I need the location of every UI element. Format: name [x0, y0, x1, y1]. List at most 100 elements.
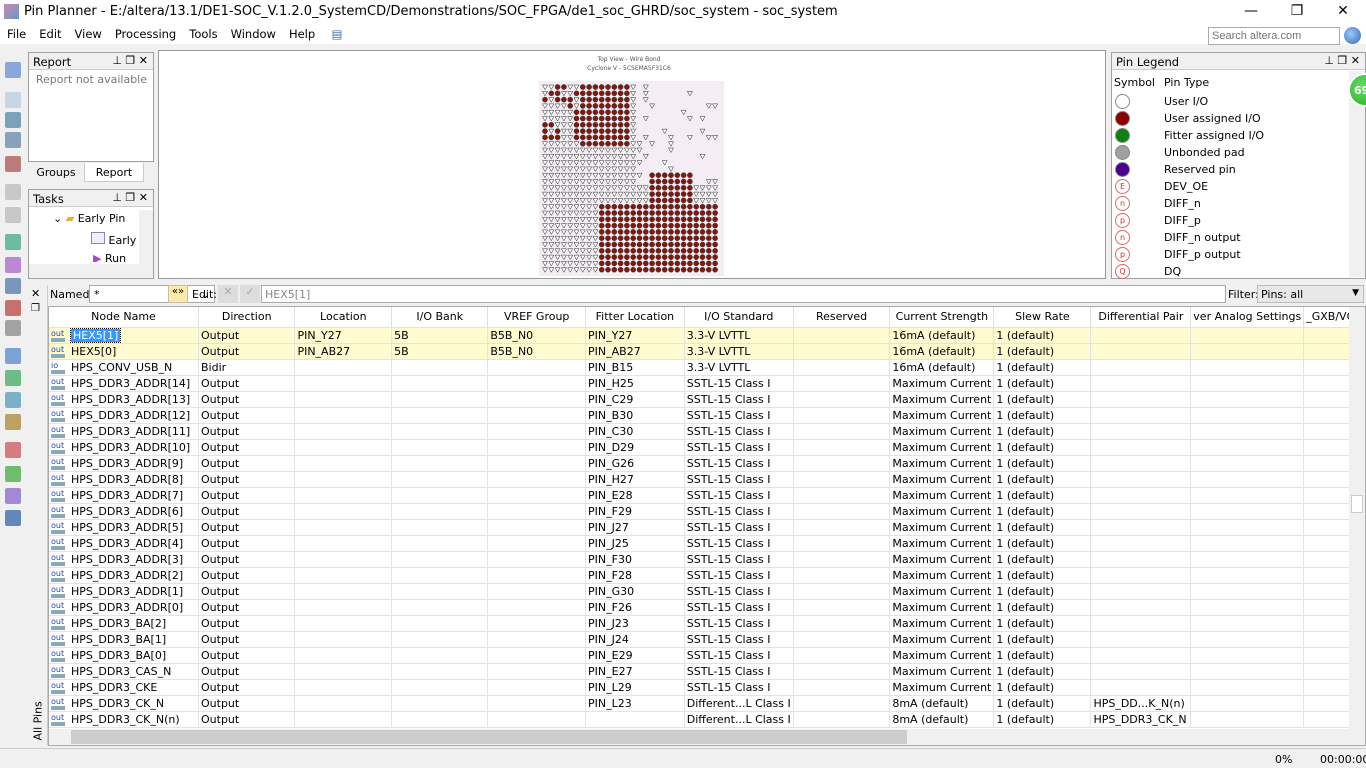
- table-cell[interactable]: Output: [198, 519, 296, 536]
- table-cell[interactable]: [1190, 391, 1305, 408]
- table-cell[interactable]: out HPS_DDR3_CKE: [49, 679, 199, 696]
- table-cell[interactable]: [294, 391, 393, 408]
- table-cell[interactable]: out HPS_DDR3_BA[0]: [49, 647, 199, 664]
- table-cell[interactable]: [793, 551, 891, 568]
- table-cell[interactable]: [1090, 375, 1192, 392]
- table-cell[interactable]: [1190, 599, 1305, 616]
- table-cell[interactable]: Output: [198, 471, 296, 488]
- table-row[interactable]: out HPS_DDR3_ADDR[8] Output PIN_H27 SSTL-15 …: [49, 471, 1365, 488]
- table-cell[interactable]: [391, 407, 489, 424]
- table-cell[interactable]: [487, 391, 587, 408]
- table-cell[interactable]: [391, 535, 489, 552]
- table-cell[interactable]: 1 (default): [993, 551, 1092, 568]
- table-row[interactable]: out HPS_DDR3_ADDR[9] Output PIN_G26 SSTL-15 …: [49, 455, 1365, 472]
- table-cell[interactable]: SSTL-15 Class I: [684, 455, 794, 472]
- table-cell[interactable]: [1190, 503, 1305, 520]
- restore-button[interactable]: ❐: [1274, 0, 1320, 24]
- table-cell[interactable]: [294, 439, 393, 456]
- table-cell[interactable]: PIN_Y27: [294, 327, 393, 344]
- zoom-icon[interactable]: [5, 112, 21, 128]
- table-cell[interactable]: 1 (default): [993, 359, 1092, 376]
- table-cell[interactable]: [793, 567, 891, 584]
- menu-file[interactable]: File: [0, 24, 32, 41]
- table-cell[interactable]: PIN_F26: [585, 599, 685, 616]
- table-cell[interactable]: out HPS_DDR3_CK_N(n): [49, 711, 199, 728]
- edit-input[interactable]: HEX5[1]: [261, 285, 1226, 303]
- io-icon[interactable]: [5, 488, 21, 504]
- table-cell[interactable]: out HPS_DDR3_ADDR[2]: [49, 567, 199, 584]
- table-cell[interactable]: [1190, 455, 1305, 472]
- column-header[interactable]: VREF Group: [487, 307, 587, 328]
- table-cell[interactable]: B5B_N0: [487, 327, 587, 344]
- table-row[interactable]: out HPS_DDR3_ADDR[6] Output PIN_F29 SSTL-15 …: [49, 503, 1365, 520]
- table-cell[interactable]: Maximum Current: [889, 631, 995, 648]
- table-cell[interactable]: PIN_AB27: [294, 343, 393, 360]
- table-cell[interactable]: 1 (default): [993, 343, 1092, 360]
- column-header[interactable]: Fitter Location: [585, 307, 685, 328]
- cancel-edit-icon[interactable]: ✕: [218, 285, 238, 303]
- pin-planner-icon[interactable]: [5, 234, 21, 250]
- table-cell[interactable]: Maximum Current: [889, 647, 995, 664]
- table-row[interactable]: out HPS_DDR3_CK_N Output PIN_L23 Different..…: [49, 695, 1365, 712]
- table-cell[interactable]: [487, 551, 587, 568]
- hand-icon[interactable]: [5, 132, 21, 148]
- table-cell[interactable]: [1190, 535, 1305, 552]
- table-cell[interactable]: [487, 663, 587, 680]
- table-cell[interactable]: 1 (default): [993, 583, 1092, 600]
- column-header[interactable]: Differential Pair: [1090, 307, 1192, 328]
- table-row[interactable]: out HPS_DDR3_ADDR[11] Output PIN_C30 SSTL-15…: [49, 423, 1365, 440]
- table-cell[interactable]: PIN_J25: [585, 535, 685, 552]
- column-header[interactable]: I/O Bank: [391, 307, 489, 328]
- table-cell[interactable]: [391, 503, 489, 520]
- table-cell[interactable]: [1090, 439, 1192, 456]
- table-cell[interactable]: [793, 423, 891, 440]
- table-cell[interactable]: SSTL-15 Class I: [684, 391, 794, 408]
- table-cell[interactable]: SSTL-15 Class I: [684, 503, 794, 520]
- table-cell[interactable]: [793, 615, 891, 632]
- table-cell[interactable]: 1 (default): [993, 631, 1092, 648]
- table-cell[interactable]: [1190, 583, 1305, 600]
- table-cell[interactable]: PIN_B15: [585, 359, 685, 376]
- table-cell[interactable]: Maximum Current: [889, 535, 995, 552]
- tab-report[interactable]: Report: [84, 163, 144, 182]
- table-cell[interactable]: [793, 327, 891, 344]
- table-row[interactable]: out HPS_DDR3_CAS_N Output PIN_E27 SSTL-15 Cl…: [49, 663, 1365, 680]
- table-row[interactable]: out HPS_DDR3_ADDR[13] Output PIN_C29 SSTL-15…: [49, 391, 1365, 408]
- table-cell[interactable]: 1 (default): [993, 711, 1092, 728]
- table-cell[interactable]: [294, 535, 393, 552]
- table-cell[interactable]: [487, 487, 587, 504]
- table-cell[interactable]: [793, 631, 891, 648]
- table-cell[interactable]: [487, 503, 587, 520]
- table-row[interactable]: io HPS_CONV_USB_N Bidir PIN_B15 3.3-V LVTTL 1…: [49, 359, 1365, 376]
- table-cell[interactable]: PIN_G26: [585, 455, 685, 472]
- table-cell[interactable]: out HPS_DDR3_ADDR[14]: [49, 375, 199, 392]
- filter-select[interactable]: Pins: all ▼: [1257, 285, 1364, 303]
- table-cell[interactable]: SSTL-15 Class I: [684, 407, 794, 424]
- table-cell[interactable]: Maximum Current: [889, 407, 995, 424]
- table-cell[interactable]: 16mA (default): [889, 327, 995, 344]
- table-cell[interactable]: PIN_H25: [585, 375, 685, 392]
- scroll-thumb[interactable]: [1351, 495, 1363, 513]
- pin-planner-view[interactable]: Top View - Wire Bond Cyclone V - 5CSEMA5…: [158, 50, 1106, 279]
- table-cell[interactable]: SSTL-15 Class I: [684, 583, 794, 600]
- table-cell[interactable]: [1190, 663, 1305, 680]
- table-cell[interactable]: [487, 407, 587, 424]
- table-row[interactable]: out HPS_DDR3_ADDR[1] Output PIN_G30 SSTL-15 …: [49, 583, 1365, 600]
- pin-icon[interactable]: [5, 348, 21, 364]
- table-cell[interactable]: SSTL-15 Class I: [684, 551, 794, 568]
- table-cell[interactable]: [487, 359, 587, 376]
- table-cell[interactable]: [793, 647, 891, 664]
- table-cell[interactable]: [487, 455, 587, 472]
- table-cell[interactable]: Output: [198, 551, 296, 568]
- table-cell[interactable]: SSTL-15 Class I: [684, 375, 794, 392]
- undo-icon[interactable]: [5, 184, 21, 200]
- table-cell[interactable]: Maximum Current: [889, 455, 995, 472]
- table-cell[interactable]: [793, 471, 891, 488]
- table-cell[interactable]: [391, 359, 489, 376]
- table-cell[interactable]: PIN_C29: [585, 391, 685, 408]
- table-vertical-scrollbar[interactable]: [1349, 307, 1365, 729]
- table-cell[interactable]: [487, 583, 587, 600]
- table-cell[interactable]: Maximum Current: [889, 487, 995, 504]
- table-cell[interactable]: 1 (default): [993, 471, 1092, 488]
- table-cell[interactable]: Maximum Current: [889, 503, 995, 520]
